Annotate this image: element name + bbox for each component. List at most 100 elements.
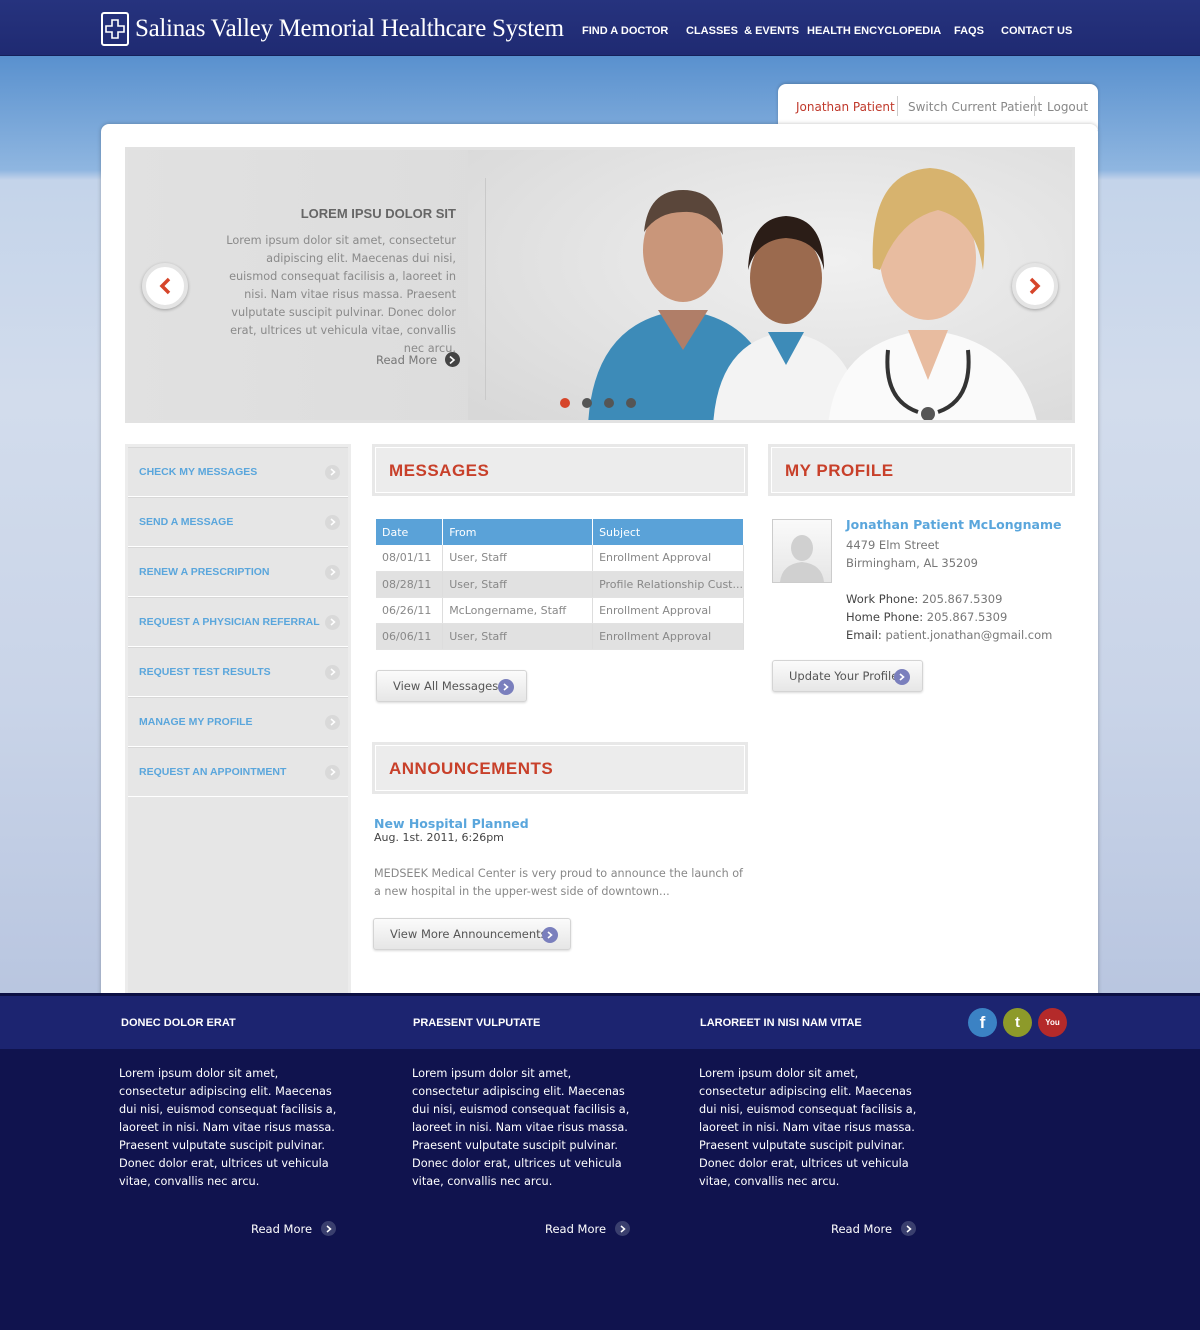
current-patient-tab[interactable]: Jonathan Patient <box>796 100 895 114</box>
sidebar-item-renew-prescription[interactable]: RENEW A PRESCRIPTION <box>128 547 348 597</box>
messages-header: MESSAGES <box>372 444 748 496</box>
hero-read-more-link[interactable]: Read More <box>376 352 461 367</box>
footer-heading: DONEC DOLOR ERAT <box>121 1017 236 1029</box>
nav-health-encyclopedia[interactable]: HEALTH ENCYCLOPEDIA <box>807 25 941 37</box>
footer-heading: PRAESENT VULPUTATE <box>413 1017 541 1029</box>
table-row[interactable]: 08/01/11 User, Staff Enrollment Approval <box>376 545 744 572</box>
announcements-header: ANNOUNCEMENTS <box>372 742 748 794</box>
logo-cross-icon <box>101 12 129 46</box>
logout-link[interactable]: Logout <box>1047 100 1088 114</box>
chevron-right-icon <box>325 714 340 730</box>
sidebar-item-label: REQUEST AN APPOINTMENT <box>139 766 287 778</box>
email-value[interactable]: patient.jonathan@gmail.com <box>885 628 1052 642</box>
chevron-right-icon <box>325 664 340 680</box>
sidebar-item-physician-referral[interactable]: REQUEST A PHYSICIAN REFERRAL <box>128 597 348 647</box>
message-subject[interactable]: Enrollment Approval <box>592 623 744 650</box>
hero-slider: LOREM IPSU DOLOR SIT Lorem ipsum dolor s… <box>125 147 1075 423</box>
sidebar-item-test-results[interactable]: REQUEST TEST RESULTS <box>128 647 348 697</box>
arrow-right-icon <box>498 679 514 695</box>
sidebar-item-send-message[interactable]: SEND A MESSAGE <box>128 497 348 547</box>
slider-dot[interactable] <box>560 398 570 408</box>
slider-dots <box>560 398 636 408</box>
profile-email: Email: patient.jonathan@gmail.com <box>846 628 1052 642</box>
sidebar-item-label: SEND A MESSAGE <box>139 516 234 528</box>
view-more-announcements-button[interactable]: View More Announcements <box>373 918 571 950</box>
hero-text: Lorem ipsum dolor sit amet, consectetur … <box>226 234 456 355</box>
announcement-title-link[interactable]: New Hospital Planned <box>374 816 529 831</box>
chevron-right-icon <box>325 514 340 530</box>
message-subject[interactable]: Enrollment Approval <box>592 597 744 624</box>
message-subject[interactable]: Profile Relationship Cust... <box>592 571 744 598</box>
message-from: McLongername, Staff <box>442 597 594 624</box>
user-silhouette-icon <box>780 535 824 582</box>
chevron-left-icon <box>159 277 171 295</box>
sidebar-item-manage-profile[interactable]: MANAGE MY PROFILE <box>128 697 348 747</box>
chevron-right-icon <box>325 614 340 630</box>
view-all-messages-button[interactable]: View All Messages <box>376 670 527 702</box>
sidebar-item-check-messages[interactable]: CHECK MY MESSAGES <box>128 447 348 497</box>
nav-find-a-doctor[interactable]: FIND A DOCTOR <box>582 25 668 37</box>
profile-title: MY PROFILE <box>785 461 894 480</box>
announcement-date: Aug. 1st. 2011, 6:26pm <box>374 831 504 844</box>
top-bar: Salinas Valley Memorial Healthcare Syste… <box>0 0 1200 56</box>
nav-contact-us[interactable]: CONTACT US <box>1001 25 1072 37</box>
sidebar-item-label: CHECK MY MESSAGES <box>139 466 258 478</box>
arrow-right-icon <box>894 669 910 685</box>
hero-divider <box>485 178 486 400</box>
twitter-icon[interactable]: t <box>1003 1008 1032 1037</box>
sidebar-item-label: MANAGE MY PROFILE <box>139 716 253 728</box>
profile-address-line2: Birmingham, AL 35209 <box>846 556 978 570</box>
home-phone-value: 205.867.5309 <box>926 610 1008 624</box>
profile-work-phone: Work Phone: 205.867.5309 <box>846 592 1002 606</box>
message-date: 08/28/11 <box>376 571 444 598</box>
messages-table: Date From Subject 08/01/11 User, Staff E… <box>376 519 744 650</box>
profile-name[interactable]: Jonathan Patient McLongname <box>846 517 1061 532</box>
profile-header: MY PROFILE <box>768 444 1075 496</box>
chevron-right-icon <box>325 564 340 580</box>
message-from: User, Staff <box>442 571 594 598</box>
profile-address-line1: 4479 Elm Street <box>846 538 940 552</box>
footer-read-more-link[interactable]: Read More <box>251 1221 337 1236</box>
nav-classes-events[interactable]: CLASSES & EVENTS <box>686 25 799 37</box>
read-more-label: Read More <box>251 1221 313 1236</box>
button-label: Update Your Profile <box>789 669 899 683</box>
messages-title: MESSAGES <box>389 461 490 480</box>
sidebar-item-label: REQUEST A PHYSICIAN REFERRAL <box>139 616 320 628</box>
table-row[interactable]: 08/28/11 User, Staff Profile Relationshi… <box>376 571 744 598</box>
footer: DONEC DOLOR ERAT Lorem ipsum dolor sit a… <box>0 993 1200 1330</box>
column-header-from[interactable]: From <box>442 519 594 545</box>
footer-read-more-link[interactable]: Read More <box>831 1221 917 1236</box>
announcement-text: MEDSEEK Medical Center is very proud to … <box>374 867 743 898</box>
slider-next-button[interactable] <box>1012 263 1058 309</box>
footer-read-more-link[interactable]: Read More <box>545 1221 631 1236</box>
update-profile-button[interactable]: Update Your Profile <box>772 660 923 692</box>
home-phone-label: Home Phone: <box>846 610 924 624</box>
arrow-right-icon <box>542 927 558 943</box>
youtube-icon[interactable]: You <box>1038 1008 1067 1037</box>
button-label: View More Announcements <box>390 927 547 941</box>
footer-text: Lorem ipsum dolor sit amet, consectetur … <box>119 1067 337 1188</box>
sidebar-item-request-appointment[interactable]: REQUEST AN APPOINTMENT <box>128 747 348 797</box>
message-subject[interactable]: Enrollment Approval <box>592 545 744 572</box>
slider-dot[interactable] <box>604 398 614 408</box>
arrow-right-icon <box>615 1221 631 1236</box>
chevron-right-icon <box>325 764 340 780</box>
sidebar-item-label: RENEW A PRESCRIPTION <box>139 566 270 578</box>
column-header-date[interactable]: Date <box>376 519 444 545</box>
switch-patient-link[interactable]: Switch Current Patient <box>908 100 1042 114</box>
site-logo[interactable]: Salinas Valley Memorial Healthcare Syste… <box>101 12 564 46</box>
facebook-icon[interactable]: f <box>968 1008 997 1037</box>
arrow-right-icon <box>445 352 461 367</box>
avatar <box>772 519 832 583</box>
table-row[interactable]: 06/26/11 McLongername, Staff Enrollment … <box>376 597 744 624</box>
column-header-subject[interactable]: Subject <box>592 519 744 545</box>
arrow-right-icon <box>901 1221 917 1236</box>
slider-dot[interactable] <box>626 398 636 408</box>
profile-home-phone: Home Phone: 205.867.5309 <box>846 610 1007 624</box>
slider-prev-button[interactable] <box>142 263 188 309</box>
slider-dot[interactable] <box>582 398 592 408</box>
nav-faqs[interactable]: FAQS <box>954 25 984 37</box>
message-date: 08/01/11 <box>376 545 444 572</box>
hero-read-more-label: Read More <box>376 352 438 367</box>
table-row[interactable]: 06/06/11 User, Staff Enrollment Approval <box>376 623 744 650</box>
